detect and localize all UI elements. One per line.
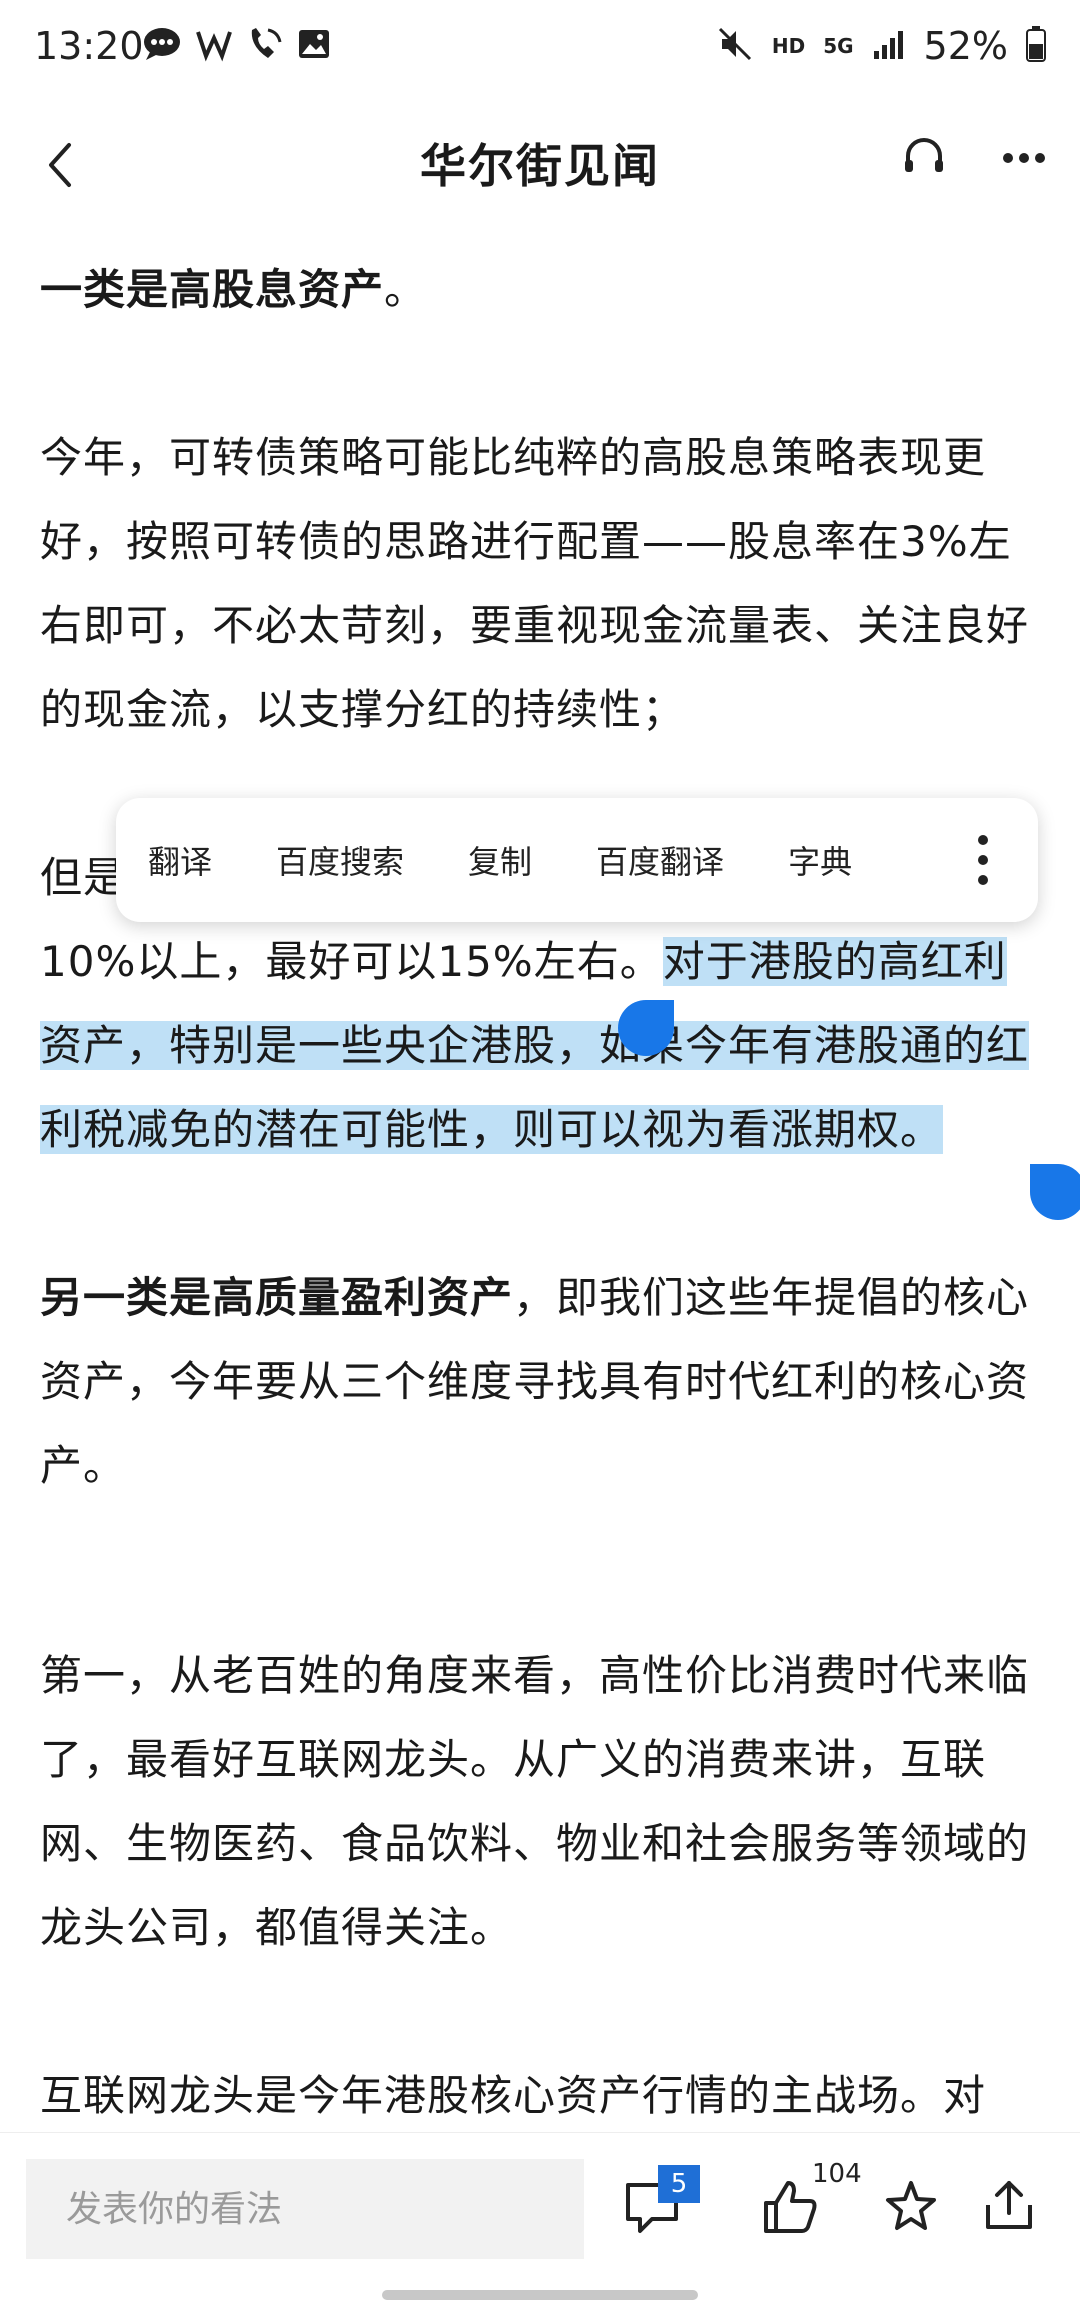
paragraph-1-tail: 。 — [384, 265, 428, 314]
menu-translate[interactable]: 翻译 — [116, 837, 244, 883]
paragraph-3-line2: 10%以上，最好可以15%左右。 — [40, 937, 663, 986]
status-notification-icons — [142, 26, 332, 66]
paragraph-4-bold: 另一类是高质量盈利资产 — [40, 1273, 514, 1322]
wifi-call-icon — [246, 26, 282, 66]
like-button[interactable] — [762, 2179, 818, 2235]
article-body: 一类是高股息资产。 今年，可转债策略可能比纯粹的高股息策略表现更好，按照可转债的… — [40, 248, 1040, 2138]
app-header: 华尔街见闻 — [0, 100, 1080, 230]
paragraph-6: 互联网龙头是今年港股核心资产行情的主战场。对 — [40, 2071, 987, 2120]
paragraph-1-bold: 一类是高股息资产 — [40, 265, 385, 314]
status-time: 13:20 — [34, 24, 144, 68]
selection-start-handle[interactable] — [618, 1000, 674, 1056]
home-indicator[interactable] — [382, 2290, 698, 2300]
hd-indicator: HD — [771, 34, 806, 58]
comment-input[interactable] — [26, 2159, 584, 2259]
star-icon — [886, 2181, 936, 2230]
mute-icon — [716, 25, 754, 67]
header-actions — [902, 136, 1046, 180]
paragraph-3-head: 但是 — [40, 853, 127, 902]
listen-button[interactable] — [902, 136, 946, 180]
paragraph-4: 另一类是高质量盈利资产，即我们这些年提倡的核心资产，今年要从三个维度寻找具有时代… — [40, 1256, 1040, 1508]
favorite-button[interactable] — [884, 2179, 938, 2233]
share-icon — [986, 2181, 1032, 2229]
signal-icon — [872, 27, 906, 65]
menu-copy[interactable]: 复制 — [436, 837, 564, 883]
menu-more-icon[interactable] — [978, 835, 988, 885]
menu-baidu-search[interactable]: 百度搜索 — [244, 837, 436, 883]
paragraph-5: 第一，从老百姓的角度来看，高性价比消费时代来临了，最看好互联网龙头。从广义的消费… — [40, 1651, 1030, 1952]
status-bar: 13:20 HD 5G 52% — [0, 0, 1080, 100]
more-button[interactable] — [1002, 149, 1046, 168]
network-gen-indicator: 5G — [823, 34, 854, 58]
status-system-icons: HD 5G 52% — [716, 24, 1046, 68]
share-button[interactable] — [982, 2177, 1036, 2233]
battery-icon — [1026, 26, 1046, 66]
battery-percent: 52% — [923, 24, 1008, 68]
w-app-icon — [196, 26, 232, 66]
paragraph-2: 今年，可转债策略可能比纯粹的高股息策略表现更好，按照可转债的思路进行配置——股息… — [40, 433, 1030, 734]
menu-baidu-translate[interactable]: 百度翻译 — [564, 837, 756, 883]
like-count: 104 — [812, 2159, 862, 2189]
thumbs-up-icon — [764, 2181, 817, 2233]
menu-dictionary[interactable]: 字典 — [756, 837, 884, 883]
headphones-icon — [905, 138, 943, 172]
more-dots-icon — [1003, 152, 1045, 163]
selection-end-handle[interactable] — [1030, 1164, 1080, 1220]
paragraph-1: 一类是高股息资产。 — [40, 248, 1040, 332]
gallery-icon — [296, 26, 332, 66]
text-selection-menu: 翻译 百度搜索 复制 百度翻译 字典 — [116, 798, 1038, 922]
comment-count-badge: 5 — [658, 2165, 700, 2203]
chat-icon — [142, 26, 182, 66]
